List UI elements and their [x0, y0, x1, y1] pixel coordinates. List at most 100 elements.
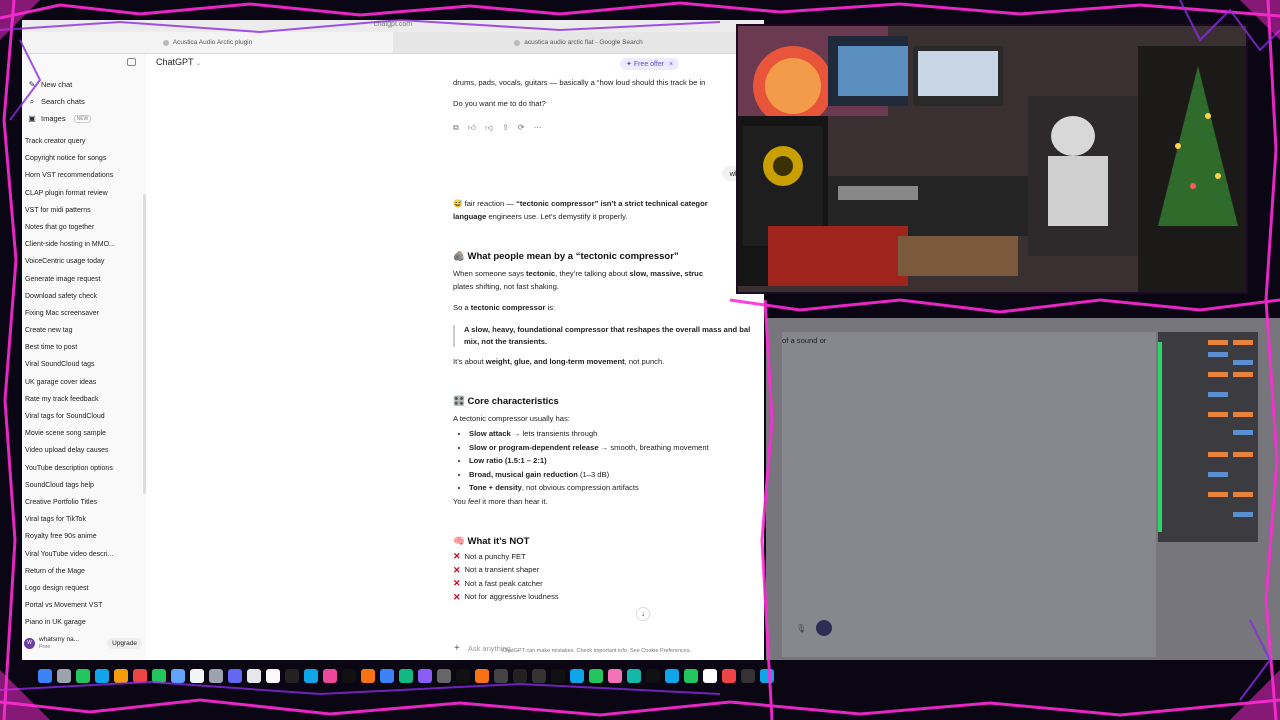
dock-app-icon[interactable] [57, 669, 71, 683]
more-icon[interactable]: ⋯ [534, 123, 542, 133]
model-selector[interactable]: ChatGPT ⌄ [156, 57, 201, 67]
dock-app-icon[interactable] [95, 669, 109, 683]
characteristic-item: Broad, musical gain reduction (1–3 dB) [469, 470, 764, 480]
dock-app-icon[interactable] [38, 669, 52, 683]
sidebar-chat-item[interactable]: Viral YouTube video descri... [25, 546, 143, 563]
sidebar-chat-item[interactable]: Royalty free 90s anime [25, 528, 143, 545]
sidebar-toggle-icon[interactable] [127, 58, 136, 66]
user-menu[interactable]: W whatsmy na... Free Upgrade [24, 632, 142, 654]
dock-app-icon[interactable] [475, 669, 489, 683]
dock-app-icon[interactable] [380, 669, 394, 683]
sidebar-chat-item[interactable]: SoundCloud tags help [25, 477, 143, 494]
sidebar-item-images[interactable]: ▣ Images NEW [26, 110, 142, 127]
sidebar-chat-item[interactable]: Viral tags for TikTok [25, 511, 143, 528]
dock-app-icon[interactable] [361, 669, 375, 683]
dock-app-icon[interactable] [133, 669, 147, 683]
dock-app-icon[interactable] [266, 669, 280, 683]
intro-line-2: language engineers use. Let’s demystify … [453, 212, 764, 222]
sidebar-chat-item[interactable]: Copyright notice for songs [25, 150, 143, 167]
text-bold: Slow or program-dependent release [469, 442, 599, 452]
sidebar-chat-item[interactable]: Movie scene song sample [25, 425, 143, 442]
daw-track-panel[interactable] [1158, 332, 1258, 542]
browser-tab-2[interactable]: acustica audio arctic flat - Google Sear… [393, 32, 764, 53]
sidebar-chat-item[interactable]: YouTube description options [25, 460, 143, 477]
dock-app-icon[interactable] [399, 669, 413, 683]
dock-app-icon[interactable] [209, 669, 223, 683]
thumbs-down-icon[interactable]: 👎︎ [485, 123, 493, 133]
plus-icon[interactable]: + [454, 643, 460, 654]
dock-app-icon[interactable] [323, 669, 337, 683]
dock-app-icon[interactable] [741, 669, 755, 683]
dock-app-icon[interactable] [190, 669, 204, 683]
microphone-icon[interactable]: 🎙︎ [796, 624, 806, 633]
close-icon[interactable]: × [669, 61, 673, 68]
dock-app-icon[interactable] [247, 669, 261, 683]
sidebar-chat-item[interactable]: Generate image request [25, 271, 143, 288]
dock-app-icon[interactable] [171, 669, 185, 683]
dock-app-icon[interactable] [684, 669, 698, 683]
free-offer-badge[interactable]: ✦ Free offer × [620, 58, 680, 70]
dock-app-icon[interactable] [608, 669, 622, 683]
sidebar-item-new-chat[interactable]: ✎ New chat [26, 76, 142, 93]
sidebar-chat-item[interactable]: Logo design request [25, 580, 143, 597]
dock-app-icon[interactable] [418, 669, 432, 683]
dock-app-icon[interactable] [342, 669, 356, 683]
dock-app-icon[interactable] [494, 669, 508, 683]
sidebar-chat-item[interactable]: Viral SoundCloud tags [25, 356, 143, 373]
browser-tab-1[interactable]: Acustica Audio Arctic plugin [22, 32, 393, 53]
sidebar-chat-item[interactable]: VoiceCentric usage today [25, 253, 143, 270]
dock-app-icon[interactable] [456, 669, 470, 683]
sidebar-chat-item[interactable]: Best time to post [25, 339, 143, 356]
dock-app-icon[interactable] [152, 669, 166, 683]
share-icon[interactable]: ⇪ [502, 123, 509, 133]
quote-line: A slow, heavy, foundational compressor t… [464, 325, 751, 334]
dock-app-icon[interactable] [570, 669, 584, 683]
sidebar-chat-item[interactable]: Fixing Mac screensaver [25, 305, 143, 322]
sidebar-chat-item[interactable]: Client-side hosting in MMO... [25, 236, 143, 253]
scroll-down-button[interactable]: ↓ [636, 607, 650, 621]
sidebar-chat-item[interactable]: Video upload delay causes [25, 442, 143, 459]
sidebar-chat-item[interactable]: CLAP plugin format review [25, 185, 143, 202]
dock-app-icon[interactable] [285, 669, 299, 683]
dock-app-icon[interactable] [703, 669, 717, 683]
dock-app-icon[interactable] [646, 669, 660, 683]
upgrade-button[interactable]: Upgrade [107, 637, 142, 649]
sidebar-chat-item[interactable]: Portal vs Movement VST [25, 597, 143, 614]
regenerate-icon[interactable]: ⟳ [518, 123, 525, 133]
voice-mode-button[interactable] [816, 620, 832, 636]
thumbs-up-icon[interactable]: 👍︎ [468, 123, 476, 133]
dock-app-icon[interactable] [114, 669, 128, 683]
copy-icon[interactable]: ⧉ [453, 123, 459, 133]
dock-app-icon[interactable] [627, 669, 641, 683]
dock-app-icon[interactable] [437, 669, 451, 683]
dock-app-icon[interactable] [589, 669, 603, 683]
characteristics-list: Slow attack → lets transients throughSlo… [453, 429, 764, 493]
dock-app-icon[interactable] [76, 669, 90, 683]
address-bar[interactable]: chatgpt.com [22, 21, 764, 28]
dock-app-icon[interactable] [760, 669, 774, 683]
dock-app-icon[interactable] [532, 669, 546, 683]
sidebar-item-search-chats[interactable]: ⌕ Search chats [26, 93, 142, 110]
sidebar-chat-item[interactable]: Horn VST recommendations [25, 167, 143, 184]
dock-app-icon[interactable] [665, 669, 679, 683]
sidebar-chat-item[interactable]: Creative Portfolio Titles [25, 494, 143, 511]
dock-app-icon[interactable] [722, 669, 736, 683]
dock-app-icon[interactable] [551, 669, 565, 683]
sidebar-chat-item[interactable]: Viral tags for SoundCloud [25, 408, 143, 425]
characteristic-item: Low ratio (1.5:1 – 2:1) [469, 456, 764, 466]
sidebar-chat-item[interactable]: VST for midi patterns [25, 202, 143, 219]
model-name: ChatGPT [156, 57, 194, 67]
sidebar-chat-item[interactable]: Piano in UK garage [25, 614, 143, 631]
sidebar-chat-item[interactable]: Rate my track feedback [25, 391, 143, 408]
sidebar-chat-item[interactable]: Download safety check [25, 288, 143, 305]
text-bold: weight, glue, and long-term movement [485, 357, 625, 366]
text-italic: feel [467, 496, 481, 506]
sidebar-chat-item[interactable]: Create new tag [25, 322, 143, 339]
dock-app-icon[interactable] [513, 669, 527, 683]
dock-app-icon[interactable] [304, 669, 318, 683]
sidebar-chat-item[interactable]: UK garage cover ideas [25, 374, 143, 391]
dock-app-icon[interactable] [228, 669, 242, 683]
sidebar-chat-item[interactable]: Track creator query [25, 133, 143, 150]
sidebar-chat-item[interactable]: Notes that go together [25, 219, 143, 236]
sidebar-chat-item[interactable]: Return of the Mage [25, 563, 143, 580]
